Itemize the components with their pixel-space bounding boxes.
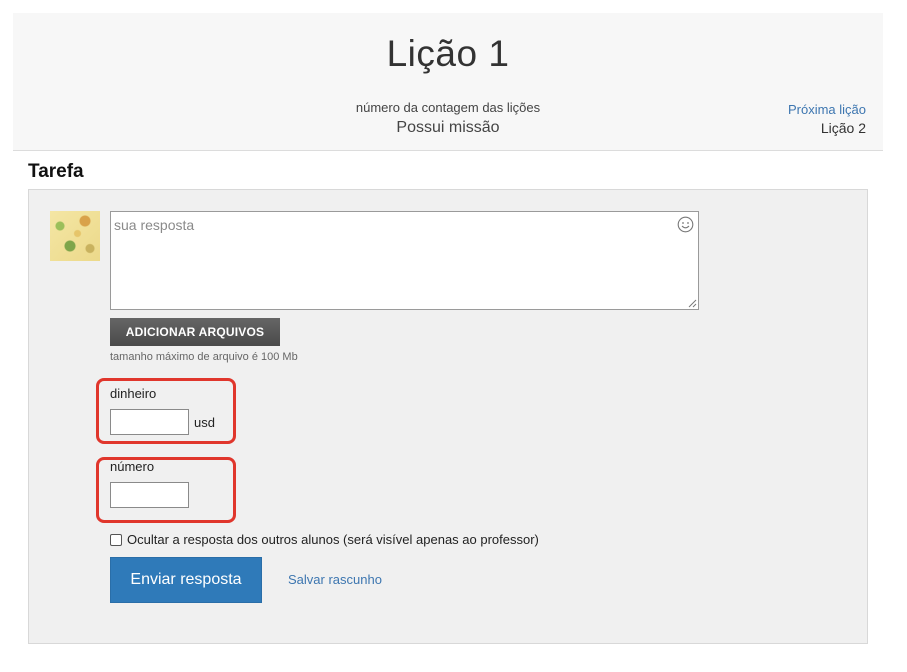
add-files-button[interactable]: ADICIONAR ARQUIVOS	[110, 318, 280, 346]
task-panel: sua resposta ADICIONAR ARQUIVOS tamanho …	[28, 189, 868, 644]
money-label: dinheiro	[110, 386, 157, 401]
avatar	[50, 211, 100, 261]
resize-grip-icon[interactable]	[688, 299, 697, 308]
money-input[interactable]	[110, 409, 189, 435]
save-draft-link[interactable]: Salvar rascunho	[288, 572, 382, 587]
answer-placeholder: sua resposta	[114, 217, 195, 233]
next-lesson-name: Lição 2	[820, 120, 866, 136]
number-label: número	[110, 459, 155, 474]
hide-answer-checkbox[interactable]	[110, 533, 122, 546]
file-size-note: tamanho máximo de arquivo é 100 Mb	[110, 351, 298, 363]
submit-answer-button[interactable]: Enviar resposta	[110, 557, 262, 603]
money-unit: usd	[194, 415, 215, 430]
number-input[interactable]	[110, 482, 189, 508]
task-heading: Tarefa	[28, 161, 84, 182]
hide-answer-label[interactable]: Ocultar a resposta dos outros alunos (se…	[127, 532, 539, 547]
mission-status: Possui missão	[396, 119, 500, 136]
hide-answer-row[interactable]: Ocultar a resposta dos outros alunos (se…	[110, 532, 539, 547]
lesson-count-label: número da contagem das lições	[355, 100, 541, 115]
lesson-header: Lição 1 número da contagem das lições Po…	[13, 13, 883, 151]
answer-textarea[interactable]: sua resposta	[110, 211, 699, 310]
smiley-icon[interactable]	[677, 216, 694, 233]
next-lesson-link[interactable]: Próxima lição	[788, 102, 866, 117]
lesson-title: Lição 1	[386, 33, 510, 74]
